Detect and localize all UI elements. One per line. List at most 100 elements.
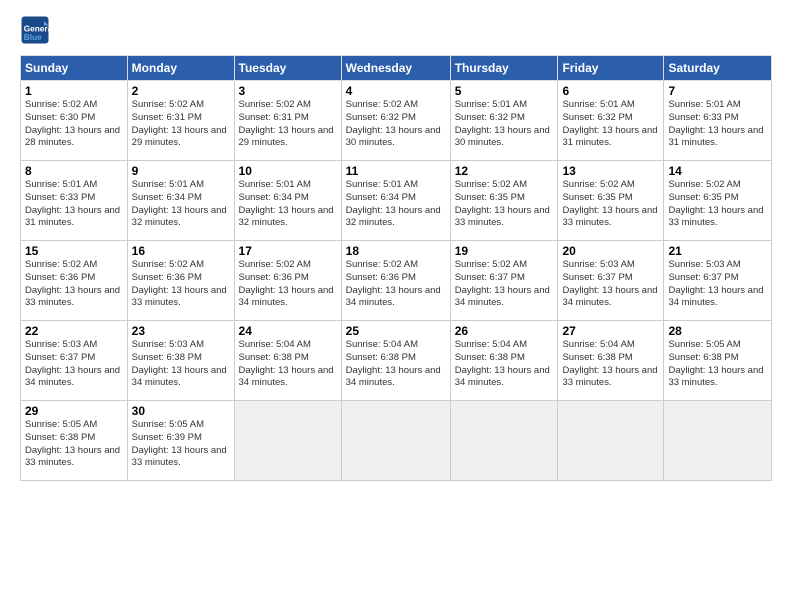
svg-text:Blue: Blue (24, 33, 42, 42)
table-row: 26Sunrise: 5:04 AMSunset: 6:38 PMDayligh… (450, 321, 558, 401)
calendar-header-row: Sunday Monday Tuesday Wednesday Thursday… (21, 56, 772, 81)
day-number: 27 (562, 324, 659, 338)
day-number: 10 (239, 164, 337, 178)
table-row: 24Sunrise: 5:04 AMSunset: 6:38 PMDayligh… (234, 321, 341, 401)
day-number: 5 (455, 84, 554, 98)
day-number: 21 (668, 244, 767, 258)
day-info: Sunrise: 5:02 AMSunset: 6:30 PMDaylight:… (25, 99, 120, 148)
header-thursday: Thursday (450, 56, 558, 81)
header-monday: Monday (127, 56, 234, 81)
table-row: 5Sunrise: 5:01 AMSunset: 6:32 PMDaylight… (450, 81, 558, 161)
table-row: 4Sunrise: 5:02 AMSunset: 6:32 PMDaylight… (341, 81, 450, 161)
day-number: 19 (455, 244, 554, 258)
day-info: Sunrise: 5:02 AMSunset: 6:31 PMDaylight:… (239, 99, 334, 148)
day-info: Sunrise: 5:01 AMSunset: 6:32 PMDaylight:… (455, 99, 550, 148)
day-info: Sunrise: 5:02 AMSunset: 6:35 PMDaylight:… (455, 179, 550, 228)
day-info: Sunrise: 5:04 AMSunset: 6:38 PMDaylight:… (455, 339, 550, 388)
day-info: Sunrise: 5:02 AMSunset: 6:31 PMDaylight:… (132, 99, 227, 148)
table-row (558, 401, 664, 481)
day-number: 18 (346, 244, 446, 258)
day-info: Sunrise: 5:02 AMSunset: 6:32 PMDaylight:… (346, 99, 441, 148)
day-info: Sunrise: 5:05 AMSunset: 6:39 PMDaylight:… (132, 419, 227, 468)
table-row: 25Sunrise: 5:04 AMSunset: 6:38 PMDayligh… (341, 321, 450, 401)
table-row: 6Sunrise: 5:01 AMSunset: 6:32 PMDaylight… (558, 81, 664, 161)
table-row: 28Sunrise: 5:05 AMSunset: 6:38 PMDayligh… (664, 321, 772, 401)
table-row: 10Sunrise: 5:01 AMSunset: 6:34 PMDayligh… (234, 161, 341, 241)
day-number: 30 (132, 404, 230, 418)
day-number: 8 (25, 164, 123, 178)
logo-icon: General Blue (20, 15, 50, 45)
table-row: 9Sunrise: 5:01 AMSunset: 6:34 PMDaylight… (127, 161, 234, 241)
table-row: 16Sunrise: 5:02 AMSunset: 6:36 PMDayligh… (127, 241, 234, 321)
day-number: 28 (668, 324, 767, 338)
table-row: 22Sunrise: 5:03 AMSunset: 6:37 PMDayligh… (21, 321, 128, 401)
day-number: 11 (346, 164, 446, 178)
day-info: Sunrise: 5:01 AMSunset: 6:33 PMDaylight:… (668, 99, 763, 148)
table-row: 21Sunrise: 5:03 AMSunset: 6:37 PMDayligh… (664, 241, 772, 321)
day-number: 1 (25, 84, 123, 98)
day-info: Sunrise: 5:03 AMSunset: 6:38 PMDaylight:… (132, 339, 227, 388)
day-info: Sunrise: 5:05 AMSunset: 6:38 PMDaylight:… (668, 339, 763, 388)
table-row: 3Sunrise: 5:02 AMSunset: 6:31 PMDaylight… (234, 81, 341, 161)
day-info: Sunrise: 5:03 AMSunset: 6:37 PMDaylight:… (562, 259, 657, 308)
header-tuesday: Tuesday (234, 56, 341, 81)
header-friday: Friday (558, 56, 664, 81)
table-row (341, 401, 450, 481)
day-info: Sunrise: 5:02 AMSunset: 6:36 PMDaylight:… (346, 259, 441, 308)
day-number: 3 (239, 84, 337, 98)
day-info: Sunrise: 5:01 AMSunset: 6:33 PMDaylight:… (25, 179, 120, 228)
day-number: 26 (455, 324, 554, 338)
day-info: Sunrise: 5:03 AMSunset: 6:37 PMDaylight:… (668, 259, 763, 308)
day-number: 17 (239, 244, 337, 258)
day-number: 15 (25, 244, 123, 258)
day-info: Sunrise: 5:01 AMSunset: 6:32 PMDaylight:… (562, 99, 657, 148)
day-number: 9 (132, 164, 230, 178)
page: General Blue Sunday Monday Tuesday Wedne… (0, 0, 792, 612)
table-row: 23Sunrise: 5:03 AMSunset: 6:38 PMDayligh… (127, 321, 234, 401)
table-row: 18Sunrise: 5:02 AMSunset: 6:36 PMDayligh… (341, 241, 450, 321)
day-number: 4 (346, 84, 446, 98)
logo: General Blue (20, 15, 54, 45)
day-number: 29 (25, 404, 123, 418)
calendar-table: Sunday Monday Tuesday Wednesday Thursday… (20, 55, 772, 481)
day-info: Sunrise: 5:02 AMSunset: 6:36 PMDaylight:… (239, 259, 334, 308)
table-row: 2Sunrise: 5:02 AMSunset: 6:31 PMDaylight… (127, 81, 234, 161)
day-info: Sunrise: 5:02 AMSunset: 6:37 PMDaylight:… (455, 259, 550, 308)
day-info: Sunrise: 5:05 AMSunset: 6:38 PMDaylight:… (25, 419, 120, 468)
day-info: Sunrise: 5:02 AMSunset: 6:36 PMDaylight:… (25, 259, 120, 308)
table-row: 11Sunrise: 5:01 AMSunset: 6:34 PMDayligh… (341, 161, 450, 241)
header-wednesday: Wednesday (341, 56, 450, 81)
table-row (664, 401, 772, 481)
day-info: Sunrise: 5:01 AMSunset: 6:34 PMDaylight:… (239, 179, 334, 228)
table-row: 7Sunrise: 5:01 AMSunset: 6:33 PMDaylight… (664, 81, 772, 161)
day-info: Sunrise: 5:04 AMSunset: 6:38 PMDaylight:… (562, 339, 657, 388)
table-row: 30Sunrise: 5:05 AMSunset: 6:39 PMDayligh… (127, 401, 234, 481)
day-info: Sunrise: 5:04 AMSunset: 6:38 PMDaylight:… (239, 339, 334, 388)
day-number: 16 (132, 244, 230, 258)
header: General Blue (20, 15, 772, 45)
day-info: Sunrise: 5:02 AMSunset: 6:36 PMDaylight:… (132, 259, 227, 308)
day-info: Sunrise: 5:01 AMSunset: 6:34 PMDaylight:… (132, 179, 227, 228)
day-info: Sunrise: 5:01 AMSunset: 6:34 PMDaylight:… (346, 179, 441, 228)
table-row: 27Sunrise: 5:04 AMSunset: 6:38 PMDayligh… (558, 321, 664, 401)
table-row: 14Sunrise: 5:02 AMSunset: 6:35 PMDayligh… (664, 161, 772, 241)
day-number: 22 (25, 324, 123, 338)
table-row: 29Sunrise: 5:05 AMSunset: 6:38 PMDayligh… (21, 401, 128, 481)
table-row: 13Sunrise: 5:02 AMSunset: 6:35 PMDayligh… (558, 161, 664, 241)
day-info: Sunrise: 5:02 AMSunset: 6:35 PMDaylight:… (668, 179, 763, 228)
table-row: 19Sunrise: 5:02 AMSunset: 6:37 PMDayligh… (450, 241, 558, 321)
day-info: Sunrise: 5:03 AMSunset: 6:37 PMDaylight:… (25, 339, 120, 388)
day-number: 24 (239, 324, 337, 338)
day-number: 13 (562, 164, 659, 178)
day-number: 12 (455, 164, 554, 178)
table-row (450, 401, 558, 481)
day-number: 25 (346, 324, 446, 338)
day-info: Sunrise: 5:04 AMSunset: 6:38 PMDaylight:… (346, 339, 441, 388)
table-row: 20Sunrise: 5:03 AMSunset: 6:37 PMDayligh… (558, 241, 664, 321)
table-row: 1Sunrise: 5:02 AMSunset: 6:30 PMDaylight… (21, 81, 128, 161)
day-number: 23 (132, 324, 230, 338)
day-number: 2 (132, 84, 230, 98)
day-number: 6 (562, 84, 659, 98)
day-number: 14 (668, 164, 767, 178)
day-info: Sunrise: 5:02 AMSunset: 6:35 PMDaylight:… (562, 179, 657, 228)
